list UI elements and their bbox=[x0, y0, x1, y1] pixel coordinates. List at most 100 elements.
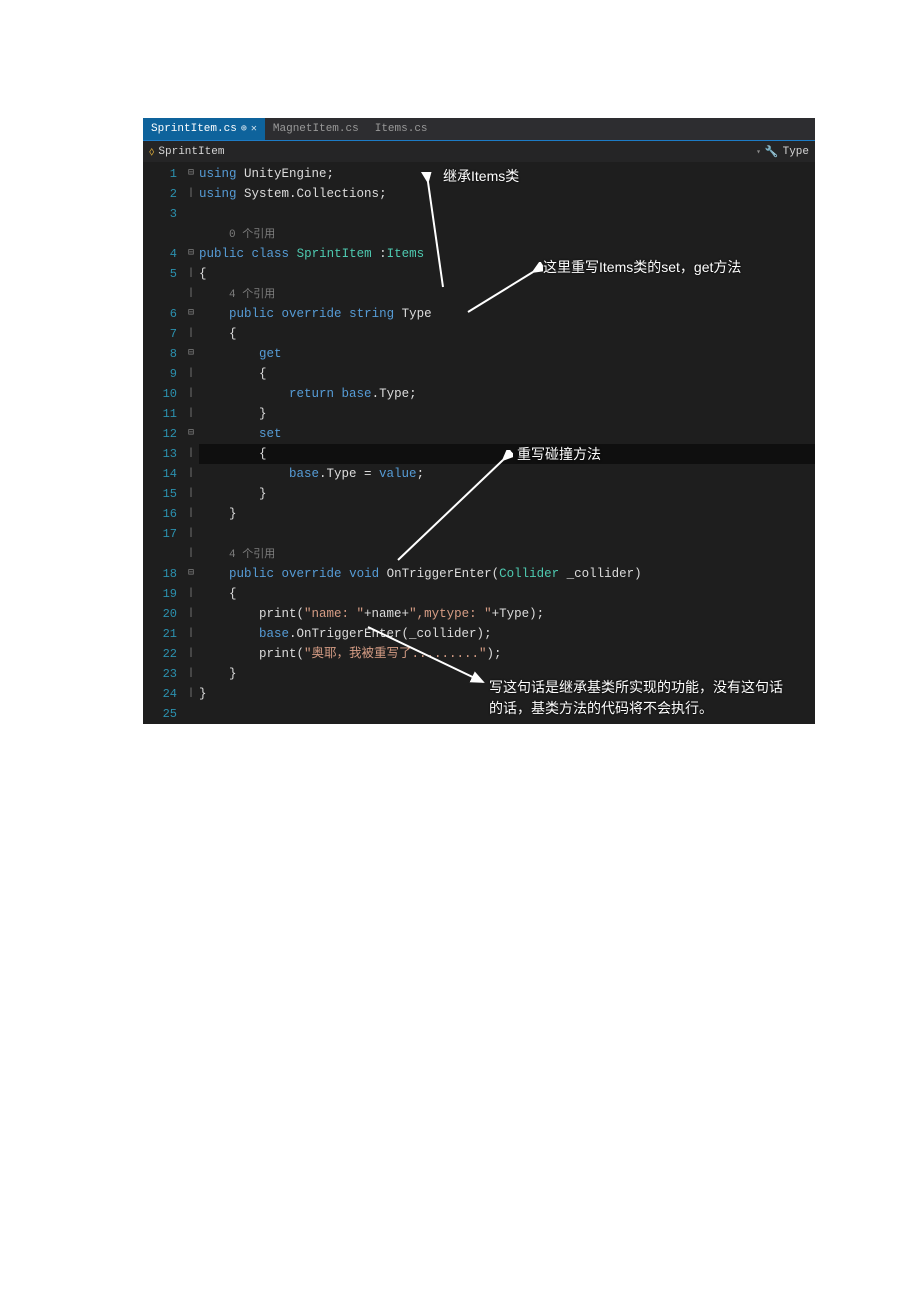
code-line[interactable]: set bbox=[199, 424, 815, 444]
code-line[interactable]: } bbox=[199, 684, 815, 704]
fold-marker bbox=[183, 224, 199, 244]
line-number: 6 bbox=[145, 304, 183, 324]
line-number: 14 bbox=[145, 464, 183, 484]
code-line[interactable]: print("奥耶，我被重写了........."); bbox=[199, 644, 815, 664]
fold-marker: | bbox=[183, 504, 199, 524]
code-line[interactable]: 0 个引用 bbox=[199, 224, 815, 244]
fold-marker[interactable]: ⊟ bbox=[183, 344, 199, 364]
line-number-gutter: 1234567891011121314151617181920212223242… bbox=[145, 162, 183, 724]
code-editor[interactable]: 1234567891011121314151617181920212223242… bbox=[143, 162, 815, 724]
code-line[interactable]: } bbox=[199, 504, 815, 524]
fold-marker: | bbox=[183, 624, 199, 644]
fold-marker: | bbox=[183, 644, 199, 664]
fold-marker[interactable]: ⊟ bbox=[183, 164, 199, 184]
line-number: 4 bbox=[145, 244, 183, 264]
file-tab[interactable]: Items.cs bbox=[367, 118, 436, 140]
fold-marker[interactable]: ⊟ bbox=[183, 304, 199, 324]
class-name: SprintItem bbox=[158, 146, 224, 158]
code-line[interactable]: 4 个引用 bbox=[199, 284, 815, 304]
file-tab[interactable]: SprintItem.cs⊕✕ bbox=[143, 118, 265, 140]
line-number: 13 bbox=[145, 444, 183, 464]
code-line[interactable]: using UnityEngine; bbox=[199, 164, 815, 184]
line-number: 11 bbox=[145, 404, 183, 424]
fold-marker: | bbox=[183, 324, 199, 344]
chevron-down-icon: ▾ bbox=[756, 147, 761, 157]
file-tab[interactable]: MagnetItem.cs bbox=[265, 118, 367, 140]
tab-label: Items.cs bbox=[375, 123, 428, 135]
code-line[interactable]: get bbox=[199, 344, 815, 364]
line-number: 15 bbox=[145, 484, 183, 504]
code-line[interactable]: } bbox=[199, 484, 815, 504]
code-line[interactable]: { bbox=[199, 324, 815, 344]
line-number: 21 bbox=[145, 624, 183, 644]
fold-marker: | bbox=[183, 404, 199, 424]
code-line[interactable]: { bbox=[199, 444, 815, 464]
code-line[interactable]: { bbox=[199, 264, 815, 284]
line-number: 25 bbox=[145, 704, 183, 724]
line-number: 9 bbox=[145, 364, 183, 384]
line-number: 20 bbox=[145, 604, 183, 624]
class-icon: ⬨ bbox=[149, 145, 154, 159]
pin-icon[interactable]: ⊕ bbox=[241, 123, 247, 135]
fold-marker bbox=[183, 204, 199, 224]
line-number: 23 bbox=[145, 664, 183, 684]
line-number: 5 bbox=[145, 264, 183, 284]
fold-marker: | bbox=[183, 684, 199, 704]
fold-marker[interactable]: ⊟ bbox=[183, 424, 199, 444]
fold-marker bbox=[183, 704, 199, 724]
code-line[interactable] bbox=[199, 204, 815, 224]
fold-marker: | bbox=[183, 384, 199, 404]
code-line[interactable]: } bbox=[199, 404, 815, 424]
line-number: 12 bbox=[145, 424, 183, 444]
code-line[interactable]: } bbox=[199, 664, 815, 684]
line-number bbox=[145, 544, 183, 564]
line-number: 3 bbox=[145, 204, 183, 224]
fold-marker: | bbox=[183, 584, 199, 604]
tabs-row: SprintItem.cs⊕✕MagnetItem.csItems.cs bbox=[143, 118, 815, 140]
code-line[interactable]: public class SprintItem :Items bbox=[199, 244, 815, 264]
line-number: 1 bbox=[145, 164, 183, 184]
line-number: 10 bbox=[145, 384, 183, 404]
fold-marker: | bbox=[183, 464, 199, 484]
fold-marker: | bbox=[183, 284, 199, 304]
fold-marker: | bbox=[183, 364, 199, 384]
fold-marker: | bbox=[183, 184, 199, 204]
line-number: 17 bbox=[145, 524, 183, 544]
code-line[interactable]: public override string Type bbox=[199, 304, 815, 324]
fold-marker: | bbox=[183, 544, 199, 564]
class-dropdown[interactable]: ⬨ SprintItem bbox=[149, 145, 224, 159]
code-line[interactable]: return base.Type; bbox=[199, 384, 815, 404]
wrench-icon: 🔧 bbox=[765, 145, 779, 159]
fold-marker: | bbox=[183, 264, 199, 284]
code-line[interactable]: 4 个引用 bbox=[199, 544, 815, 564]
code-line[interactable] bbox=[199, 524, 815, 544]
line-number: 7 bbox=[145, 324, 183, 344]
fold-marker: | bbox=[183, 604, 199, 624]
tab-label: MagnetItem.cs bbox=[273, 123, 359, 135]
close-icon[interactable]: ✕ bbox=[251, 123, 257, 135]
fold-marker: | bbox=[183, 664, 199, 684]
code-line[interactable]: base.OnTriggerEnter(_collider); bbox=[199, 624, 815, 644]
ide-window: SprintItem.cs⊕✕MagnetItem.csItems.cs ⬨ S… bbox=[143, 118, 815, 724]
code-line[interactable]: { bbox=[199, 584, 815, 604]
fold-column[interactable]: ⊟|⊟||⊟|⊟|||⊟||||||⊟|||||| bbox=[183, 162, 199, 724]
code-column[interactable]: using UnityEngine;using System.Collectio… bbox=[199, 162, 815, 724]
line-number: 8 bbox=[145, 344, 183, 364]
line-number bbox=[145, 284, 183, 304]
member-name: Type bbox=[783, 146, 809, 158]
line-number: 24 bbox=[145, 684, 183, 704]
code-line[interactable]: using System.Collections; bbox=[199, 184, 815, 204]
line-number bbox=[145, 224, 183, 244]
fold-marker: | bbox=[183, 524, 199, 544]
line-number: 18 bbox=[145, 564, 183, 584]
fold-marker: | bbox=[183, 484, 199, 504]
line-number: 19 bbox=[145, 584, 183, 604]
code-line[interactable]: { bbox=[199, 364, 815, 384]
fold-marker[interactable]: ⊟ bbox=[183, 564, 199, 584]
code-line[interactable] bbox=[199, 704, 815, 724]
code-line[interactable]: public override void OnTriggerEnter(Coll… bbox=[199, 564, 815, 584]
code-line[interactable]: base.Type = value; bbox=[199, 464, 815, 484]
fold-marker[interactable]: ⊟ bbox=[183, 244, 199, 264]
code-line[interactable]: print("name: "+name+",mytype: "+Type); bbox=[199, 604, 815, 624]
member-dropdown[interactable]: ▾ 🔧 Type bbox=[756, 145, 809, 159]
